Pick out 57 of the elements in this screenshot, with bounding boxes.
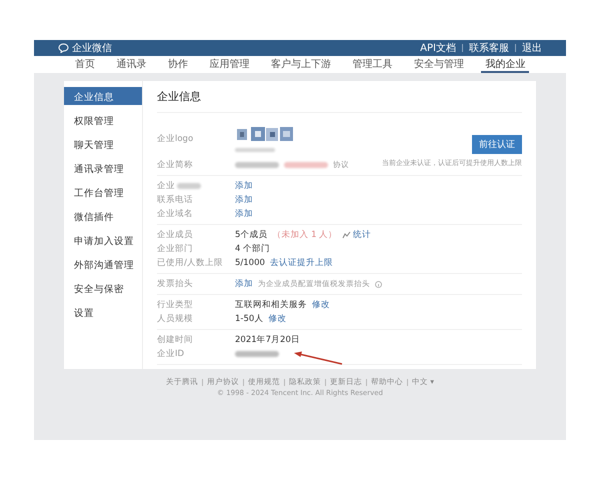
sidebar-item[interactable]: 聊天管理 <box>64 135 142 153</box>
pending-count: （未加入 1 人） <box>272 229 338 241</box>
nav-tab[interactable]: 客户与上下游 <box>266 56 335 73</box>
action-link[interactable]: 去认证提升上限 <box>270 257 333 269</box>
sidebar-item[interactable]: 企业信息 <box>64 87 142 105</box>
sidebar-item[interactable]: 工作台管理 <box>64 183 142 201</box>
action-link[interactable]: 修改 <box>312 299 330 311</box>
sidebar-item[interactable]: 权限管理 <box>64 111 142 129</box>
field-label: 企业成员 <box>157 229 193 241</box>
field-value: 1-50人 <box>235 313 264 325</box>
action-link[interactable]: 添加 <box>235 278 253 290</box>
annotation-arrow <box>293 351 343 365</box>
chart-icon[interactable] <box>342 231 352 239</box>
header-link[interactable]: 退出 <box>522 41 542 55</box>
field-label: 人员规模 <box>157 313 193 325</box>
field-label: 已使用/人数上限 <box>157 257 223 269</box>
header-link[interactable]: API文档 <box>420 41 456 55</box>
field-label: 创建时间 <box>157 334 193 346</box>
field-label: 企业部门 <box>157 243 193 255</box>
nav-tab[interactable]: 通讯录 <box>112 56 150 73</box>
field-label: 发票抬头 <box>157 278 193 290</box>
sidebar-item[interactable]: 安全与保密 <box>64 279 142 297</box>
field-label: 企业logo <box>157 133 194 145</box>
nav-tab[interactable]: 首页 <box>70 56 99 73</box>
action-link[interactable]: 添加 <box>235 208 253 220</box>
nav-tab[interactable]: 管理工具 <box>348 56 396 73</box>
section-title: 企业信息 <box>157 85 522 113</box>
field-value: 4 个部门 <box>235 243 270 255</box>
field-label: 企业 <box>157 180 175 192</box>
nav-tab[interactable]: 应用管理 <box>205 56 254 73</box>
action-link[interactable]: 修改 <box>268 313 286 325</box>
sidebar-item[interactable]: 通讯录管理 <box>64 159 142 177</box>
nav-tab[interactable]: 我的企业 <box>481 56 530 73</box>
field-value: 5/1000 <box>235 258 265 268</box>
verify-button[interactable]: 前往认证 <box>472 135 522 154</box>
chat-bubble-icon <box>58 43 69 53</box>
action-link[interactable]: 添加 <box>235 194 253 206</box>
redacted-text <box>235 148 275 152</box>
brand-name: 企业微信 <box>72 42 112 55</box>
field-label: 企业域名 <box>157 208 193 220</box>
field-value: 互联网和相关服务 <box>235 299 307 311</box>
header-link[interactable]: 联系客服 <box>469 41 509 55</box>
sidebar-item[interactable]: 外部沟通管理 <box>64 255 142 273</box>
nav-tab[interactable]: 协作 <box>164 56 192 73</box>
field-label: 企业简称 <box>157 159 193 171</box>
sidebar-item[interactable]: 申请加入设置 <box>64 231 142 249</box>
sidebar-item[interactable]: 设置 <box>64 303 142 321</box>
field-label: 行业类型 <box>157 299 193 311</box>
field-value: 5个成员 <box>235 229 268 241</box>
info-icon[interactable] <box>375 280 382 288</box>
action-link[interactable]: 添加 <box>235 180 253 192</box>
field-value: 2021年7月20日 <box>235 334 300 346</box>
field-label: 联系电话 <box>157 194 193 206</box>
field-label: 企业ID <box>157 348 184 360</box>
sidebar-item[interactable]: 微信插件 <box>64 207 142 225</box>
statistics-link[interactable]: 统计 <box>353 229 372 241</box>
nav-tab[interactable]: 安全与管理 <box>410 56 468 73</box>
